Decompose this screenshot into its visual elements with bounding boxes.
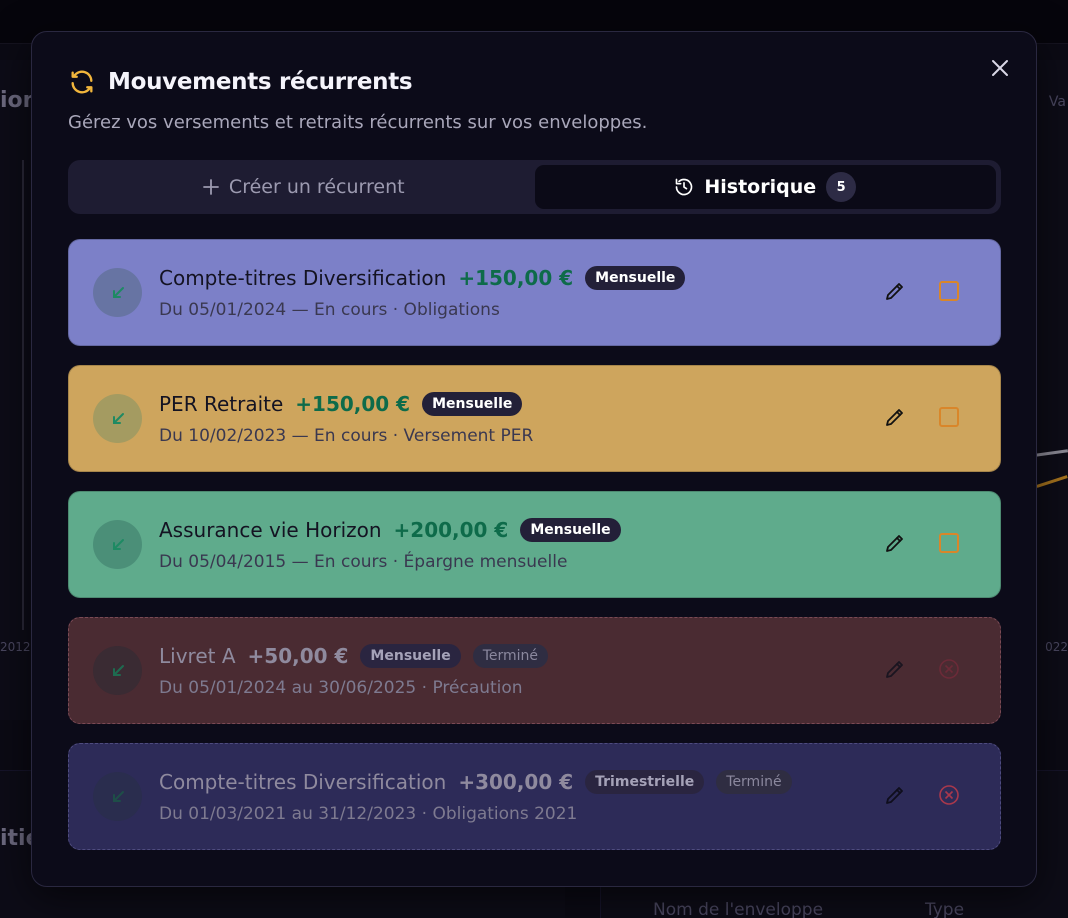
pencil-icon <box>886 661 903 678</box>
item-details: Du 05/04/2015 — En cours · Épargne mensu… <box>159 552 568 572</box>
item-details: Du 10/02/2023 — En cours · Versement PER <box>159 426 534 446</box>
background-legend-fragment: Va <box>1048 94 1066 110</box>
close-icon <box>992 60 1008 76</box>
frequency-badge: Mensuelle <box>422 392 523 416</box>
stop-button[interactable] <box>932 778 966 812</box>
history-count-badge: 5 <box>826 172 857 202</box>
frequency-badge: Mensuelle <box>585 266 686 290</box>
modal-header: Mouvements récurrents <box>68 68 413 96</box>
cancel-circle-icon <box>939 659 959 679</box>
frequency-badge: Mensuelle <box>360 644 461 668</box>
frequency-badge: Mensuelle <box>520 518 621 542</box>
pencil-icon <box>886 787 903 804</box>
background-table-header-name: Nom de l'enveloppe <box>653 900 824 918</box>
edit-button[interactable] <box>878 274 912 308</box>
background-axis-year-right: 022 <box>1045 640 1068 654</box>
item-name: Compte-titres Diversification <box>159 266 447 290</box>
stop-button[interactable] <box>932 652 966 686</box>
modal-title: Mouvements récurrents <box>108 69 413 95</box>
list-item: Compte-titres Diversification +150,00 € … <box>68 239 1001 346</box>
status-badge: Terminé <box>472 644 549 668</box>
refresh-icon <box>71 70 93 94</box>
stop-button[interactable] <box>932 526 966 560</box>
cancel-circle-icon <box>939 785 959 805</box>
edit-button[interactable] <box>878 778 912 812</box>
background-axis-year-left: 2012 <box>0 640 31 654</box>
plus-icon <box>203 179 219 195</box>
background-axis-line <box>22 160 24 630</box>
list-item: Assurance vie Horizon +200,00 € Mensuell… <box>68 491 1001 598</box>
edit-button[interactable] <box>878 400 912 434</box>
recurring-movements-modal: Mouvements récurrents Gérez vos versemen… <box>31 31 1037 887</box>
list-item: Livret A +50,00 € Mensuelle Terminé Du 0… <box>68 617 1001 724</box>
item-name: Assurance vie Horizon <box>159 518 382 542</box>
history-icon <box>676 178 693 196</box>
pencil-icon <box>886 283 903 300</box>
list-item: Compte-titres Diversification +300,00 € … <box>68 743 1001 850</box>
item-amount: +300,00 € <box>458 770 574 794</box>
pencil-icon <box>886 535 903 552</box>
item-name: Livret A <box>159 644 236 668</box>
item-details: Du 05/01/2024 au 30/06/2025 · Précaution <box>159 678 523 698</box>
item-name: PER Retraite <box>159 392 284 416</box>
edit-button[interactable] <box>878 526 912 560</box>
modal-tabs: Créer un récurrent Historique 5 <box>68 160 1001 214</box>
item-amount: +50,00 € <box>247 644 349 668</box>
item-name: Compte-titres Diversification <box>159 770 447 794</box>
item-details: Du 05/01/2024 — En cours · Obligations <box>159 300 500 320</box>
edit-button[interactable] <box>878 652 912 686</box>
tab-history[interactable]: Historique 5 <box>534 165 996 209</box>
item-amount: +150,00 € <box>295 392 411 416</box>
tab-create-label: Créer un récurrent <box>228 176 405 198</box>
stop-button[interactable] <box>932 274 966 308</box>
status-badge: Terminé <box>716 770 792 794</box>
recurring-list: Compte-titres Diversification +150,00 € … <box>68 239 1001 869</box>
square-icon <box>939 533 959 553</box>
deposit-arrow-icon <box>93 646 142 695</box>
item-amount: +150,00 € <box>458 266 574 290</box>
square-icon <box>939 407 959 427</box>
stop-button[interactable] <box>932 400 966 434</box>
modal-subtitle: Gérez vos versements et retraits récurre… <box>68 112 648 133</box>
pencil-icon <box>886 409 903 426</box>
frequency-badge: Trimestrielle <box>585 770 705 794</box>
deposit-arrow-icon <box>93 394 142 443</box>
background-table-header-type: Type <box>925 900 965 918</box>
close-button[interactable] <box>986 54 1014 82</box>
tab-create-recurring[interactable]: Créer un récurrent <box>73 165 535 209</box>
item-amount: +200,00 € <box>393 518 509 542</box>
list-item: PER Retraite +150,00 € Mensuelle Du 10/0… <box>68 365 1001 472</box>
deposit-arrow-icon <box>93 520 142 569</box>
item-details: Du 01/03/2021 au 31/12/2023 · Obligation… <box>159 804 578 824</box>
deposit-arrow-icon <box>93 772 142 821</box>
tab-history-label: Historique <box>704 176 817 198</box>
square-icon <box>939 281 959 301</box>
deposit-arrow-icon <box>93 268 142 317</box>
